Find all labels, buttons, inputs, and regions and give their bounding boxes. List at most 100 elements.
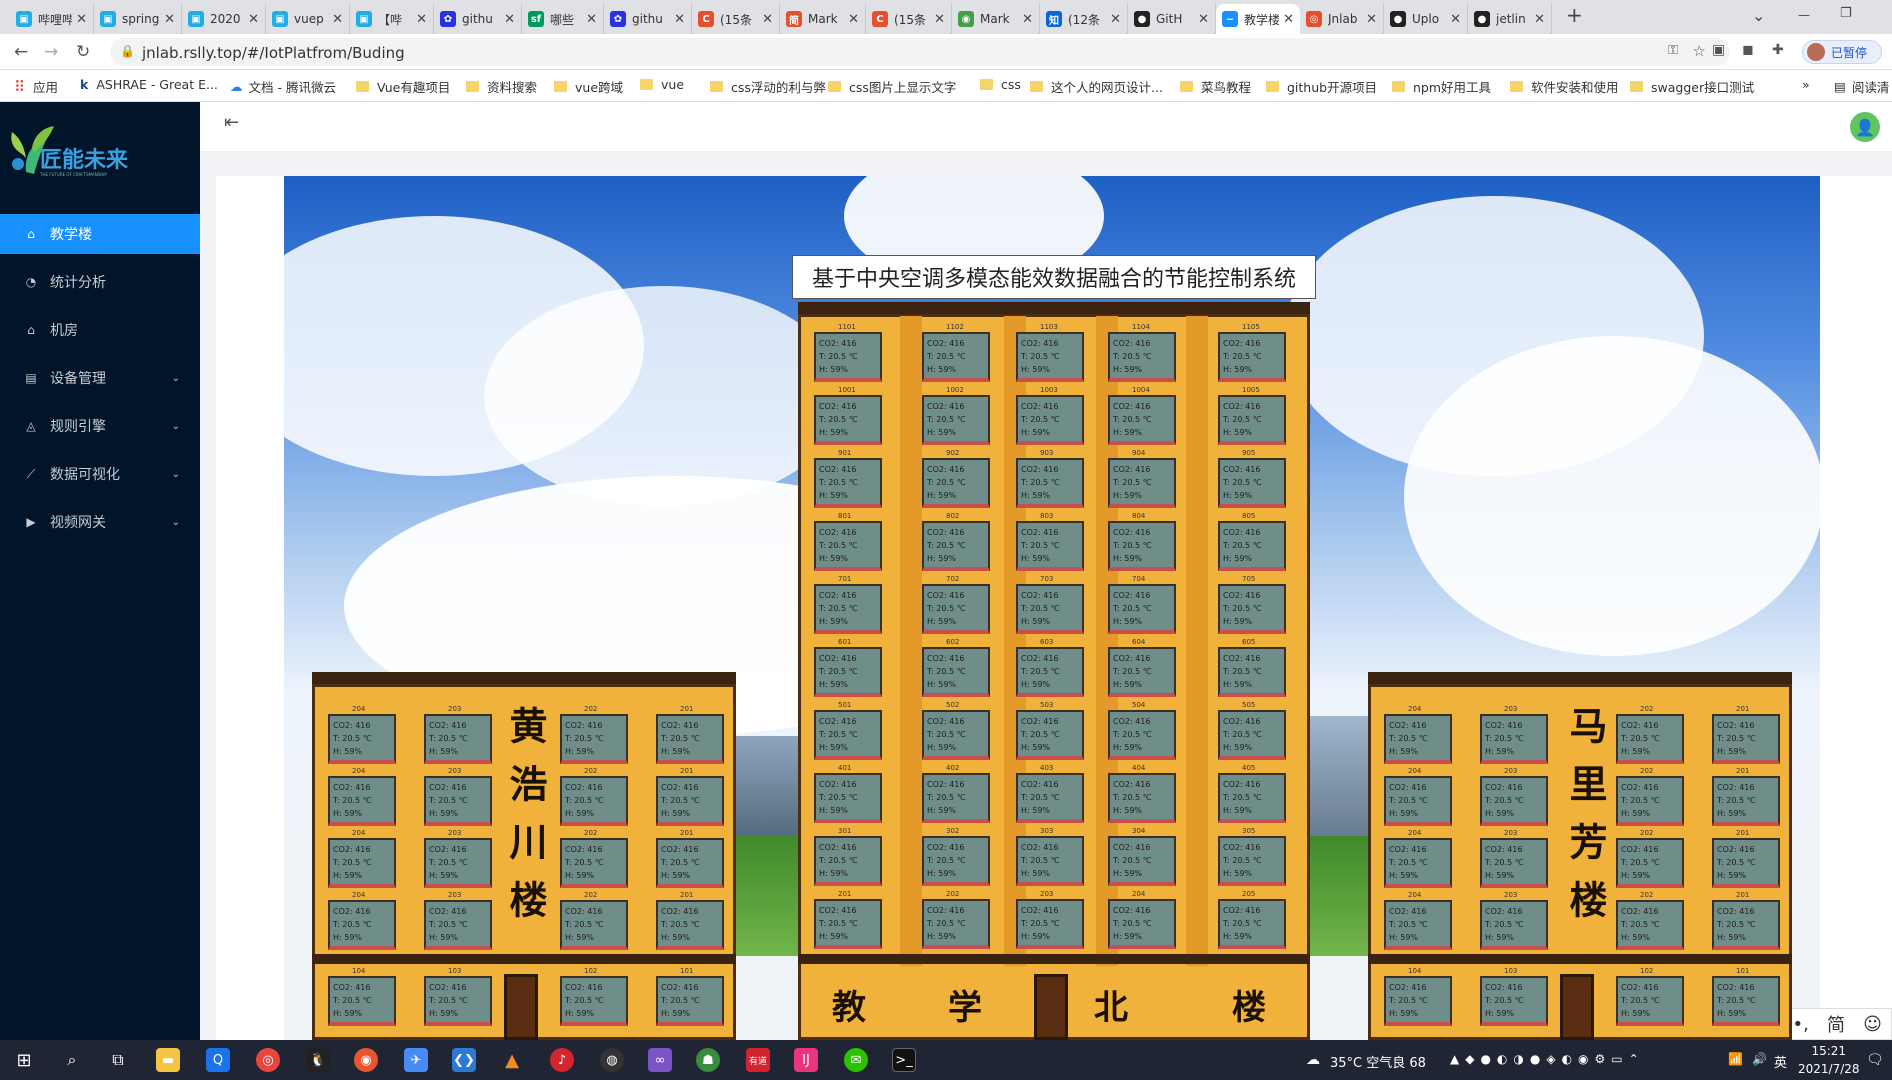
- key-icon[interactable]: ⚿: [1668, 43, 1678, 58]
- back-icon[interactable]: ←: [14, 42, 28, 62]
- room-card[interactable]: CO2: 416 T: 20.5 ℃ H: 59%: [922, 836, 990, 886]
- room-card[interactable]: CO2: 416 T: 20.5 ℃ H: 59%: [328, 976, 396, 1026]
- bookmark-item[interactable]: 这个人的网页设计...: [1030, 77, 1163, 96]
- reload-icon[interactable]: ↻: [76, 42, 90, 62]
- task-view-icon[interactable]: ⧉: [106, 1048, 130, 1072]
- url-field[interactable]: 🔒 jnlab.rslly.top/#/IotPlatfrom/Buding ⚿…: [110, 38, 1730, 66]
- sidebar-menu-item[interactable]: ▶ 视频网关 ⌄: [0, 502, 200, 542]
- bookmark-item[interactable]: 菜鸟教程: [1180, 77, 1251, 96]
- room-card[interactable]: CO2: 416 T: 20.5 ℃ H: 59%: [922, 521, 990, 571]
- room-card[interactable]: CO2: 416 T: 20.5 ℃ H: 59%: [1712, 976, 1780, 1026]
- obs-icon[interactable]: ◍: [600, 1048, 624, 1072]
- wifi-icon[interactable]: 📶: [1728, 1052, 1743, 1066]
- room-card[interactable]: CO2: 416 T: 20.5 ℃ H: 59%: [1016, 836, 1084, 886]
- visual-studio-icon[interactable]: ∞: [648, 1048, 672, 1072]
- room-card[interactable]: CO2: 416 T: 20.5 ℃ H: 59%: [424, 838, 492, 888]
- file-explorer-icon[interactable]: ▬: [156, 1048, 180, 1072]
- room-card[interactable]: CO2: 416 T: 20.5 ℃ H: 59%: [922, 584, 990, 634]
- bookmark-item[interactable]: vue: [640, 77, 684, 92]
- room-card[interactable]: CO2: 416 T: 20.5 ℃ H: 59%: [1218, 710, 1286, 760]
- browser-tab[interactable]: 简 Mark ✕: [780, 4, 866, 34]
- room-card[interactable]: CO2: 416 T: 20.5 ℃ H: 59%: [814, 395, 882, 445]
- browser-tab[interactable]: ▣ 哔哩哔 ✕: [10, 4, 94, 34]
- close-tab-icon[interactable]: ✕: [1022, 12, 1033, 27]
- minimize-icon[interactable]: —: [1798, 8, 1810, 22]
- weather-text[interactable]: 35°C 空气良 68: [1330, 1052, 1426, 1071]
- sidebar-menu-item[interactable]: ⌂ 教学楼: [0, 214, 200, 254]
- room-card[interactable]: CO2: 416 T: 20.5 ℃ H: 59%: [560, 838, 628, 888]
- close-tab-icon[interactable]: ✕: [674, 12, 685, 27]
- room-card[interactable]: CO2: 416 T: 20.5 ℃ H: 59%: [560, 776, 628, 826]
- sidebar-menu-item[interactable]: ◬ 规则引擎 ⌄: [0, 406, 200, 446]
- room-card[interactable]: CO2: 416 T: 20.5 ℃ H: 59%: [1016, 710, 1084, 760]
- room-card[interactable]: CO2: 416 T: 20.5 ℃ H: 59%: [922, 458, 990, 508]
- room-card[interactable]: CO2: 416 T: 20.5 ℃ H: 59%: [1218, 395, 1286, 445]
- room-card[interactable]: CO2: 416 T: 20.5 ℃ H: 59%: [1108, 836, 1176, 886]
- room-card[interactable]: CO2: 416 T: 20.5 ℃ H: 59%: [328, 900, 396, 950]
- browser-tab[interactable]: ▣ vuep ✕: [266, 4, 350, 34]
- room-card[interactable]: CO2: 416 T: 20.5 ℃ H: 59%: [1712, 900, 1780, 950]
- room-card[interactable]: CO2: 416 T: 20.5 ℃ H: 59%: [1016, 458, 1084, 508]
- close-tab-icon[interactable]: ✕: [1198, 12, 1209, 27]
- browser-tab[interactable]: ▣ 2020 ✕: [182, 4, 266, 34]
- collapse-menu-icon[interactable]: ⇤: [224, 112, 239, 133]
- room-card[interactable]: CO2: 416 T: 20.5 ℃ H: 59%: [328, 776, 396, 826]
- tab-search-icon[interactable]: ⌄: [1752, 6, 1765, 25]
- ime-button[interactable]: 简: [1827, 1011, 1845, 1037]
- browser-tab[interactable]: ◉ Mark ✕: [952, 4, 1040, 34]
- tray-icons[interactable]: ▲◆●◐◑●◈◐◉⚙▭⌃: [1450, 1052, 1645, 1066]
- sidebar-menu-item[interactable]: ▤ 设备管理 ⌄: [0, 358, 200, 398]
- room-card[interactable]: CO2: 416 T: 20.5 ℃ H: 59%: [1616, 776, 1684, 826]
- room-card[interactable]: CO2: 416 T: 20.5 ℃ H: 59%: [1480, 714, 1548, 764]
- bookmark-item[interactable]: css浮动的利与弊: [710, 77, 826, 96]
- room-card[interactable]: CO2: 416 T: 20.5 ℃ H: 59%: [814, 458, 882, 508]
- bookmark-item[interactable]: ⠿ 应用: [14, 77, 58, 96]
- volume-icon[interactable]: 🔊: [1752, 1052, 1767, 1066]
- youdao-icon[interactable]: 有道: [746, 1048, 770, 1072]
- room-card[interactable]: CO2: 416 T: 20.5 ℃ H: 59%: [1384, 714, 1452, 764]
- close-tab-icon[interactable]: ✕: [586, 12, 597, 27]
- room-card[interactable]: CO2: 416 T: 20.5 ℃ H: 59%: [560, 976, 628, 1026]
- new-tab-button[interactable]: +: [1566, 3, 1583, 27]
- room-card[interactable]: CO2: 416 T: 20.5 ℃ H: 59%: [656, 900, 724, 950]
- room-card[interactable]: CO2: 416 T: 20.5 ℃ H: 59%: [424, 900, 492, 950]
- app-q-icon[interactable]: Q: [206, 1048, 230, 1072]
- close-tab-icon[interactable]: ✕: [504, 12, 515, 27]
- bookmark-item[interactable]: github开源项目: [1266, 77, 1377, 96]
- qq-icon[interactable]: 🐧: [306, 1048, 330, 1072]
- browser-tab[interactable]: ▣ spring ✕: [94, 4, 182, 34]
- room-card[interactable]: CO2: 416 T: 20.5 ℃ H: 59%: [922, 647, 990, 697]
- chrome-icon[interactable]: ◎: [256, 1048, 280, 1072]
- close-tab-icon[interactable]: ✕: [164, 12, 175, 27]
- room-card[interactable]: CO2: 416 T: 20.5 ℃ H: 59%: [922, 332, 990, 382]
- room-card[interactable]: CO2: 416 T: 20.5 ℃ H: 59%: [814, 647, 882, 697]
- room-card[interactable]: CO2: 416 T: 20.5 ℃ H: 59%: [1218, 647, 1286, 697]
- browser-tab[interactable]: ● jetlin ✕: [1468, 4, 1552, 34]
- intellij-icon[interactable]: IJ: [794, 1048, 818, 1072]
- room-card[interactable]: CO2: 416 T: 20.5 ℃ H: 59%: [1108, 584, 1176, 634]
- wechat-icon[interactable]: ✉: [844, 1048, 868, 1072]
- bookmark-item[interactable]: 软件安装和使用: [1510, 77, 1619, 96]
- room-card[interactable]: CO2: 416 T: 20.5 ℃ H: 59%: [424, 976, 492, 1026]
- close-tab-icon[interactable]: ✕: [762, 12, 773, 27]
- room-card[interactable]: CO2: 416 T: 20.5 ℃ H: 59%: [1016, 332, 1084, 382]
- room-card[interactable]: CO2: 416 T: 20.5 ℃ H: 59%: [1108, 647, 1176, 697]
- sidebar-menu-item[interactable]: ⌂ 机房: [0, 310, 200, 350]
- room-card[interactable]: CO2: 416 T: 20.5 ℃ H: 59%: [656, 838, 724, 888]
- room-card[interactable]: CO2: 416 T: 20.5 ℃ H: 59%: [922, 710, 990, 760]
- bookmark-item[interactable]: Vue有趣项目: [356, 77, 450, 96]
- room-card[interactable]: CO2: 416 T: 20.5 ℃ H: 59%: [1016, 521, 1084, 571]
- room-card[interactable]: CO2: 416 T: 20.5 ℃ H: 59%: [560, 714, 628, 764]
- room-card[interactable]: CO2: 416 T: 20.5 ℃ H: 59%: [1108, 773, 1176, 823]
- room-card[interactable]: CO2: 416 T: 20.5 ℃ H: 59%: [328, 714, 396, 764]
- room-card[interactable]: CO2: 416 T: 20.5 ℃ H: 59%: [560, 900, 628, 950]
- vscode-icon[interactable]: ❮❯: [452, 1048, 476, 1072]
- room-card[interactable]: CO2: 416 T: 20.5 ℃ H: 59%: [922, 773, 990, 823]
- room-card[interactable]: CO2: 416 T: 20.5 ℃ H: 59%: [1384, 900, 1452, 950]
- room-card[interactable]: CO2: 416 T: 20.5 ℃ H: 59%: [1218, 899, 1286, 949]
- close-tab-icon[interactable]: ✕: [76, 12, 87, 27]
- close-tab-icon[interactable]: ✕: [1534, 12, 1545, 27]
- bookmarks-more-icon[interactable]: »: [1802, 77, 1810, 92]
- room-card[interactable]: CO2: 416 T: 20.5 ℃ H: 59%: [328, 838, 396, 888]
- room-card[interactable]: CO2: 416 T: 20.5 ℃ H: 59%: [814, 710, 882, 760]
